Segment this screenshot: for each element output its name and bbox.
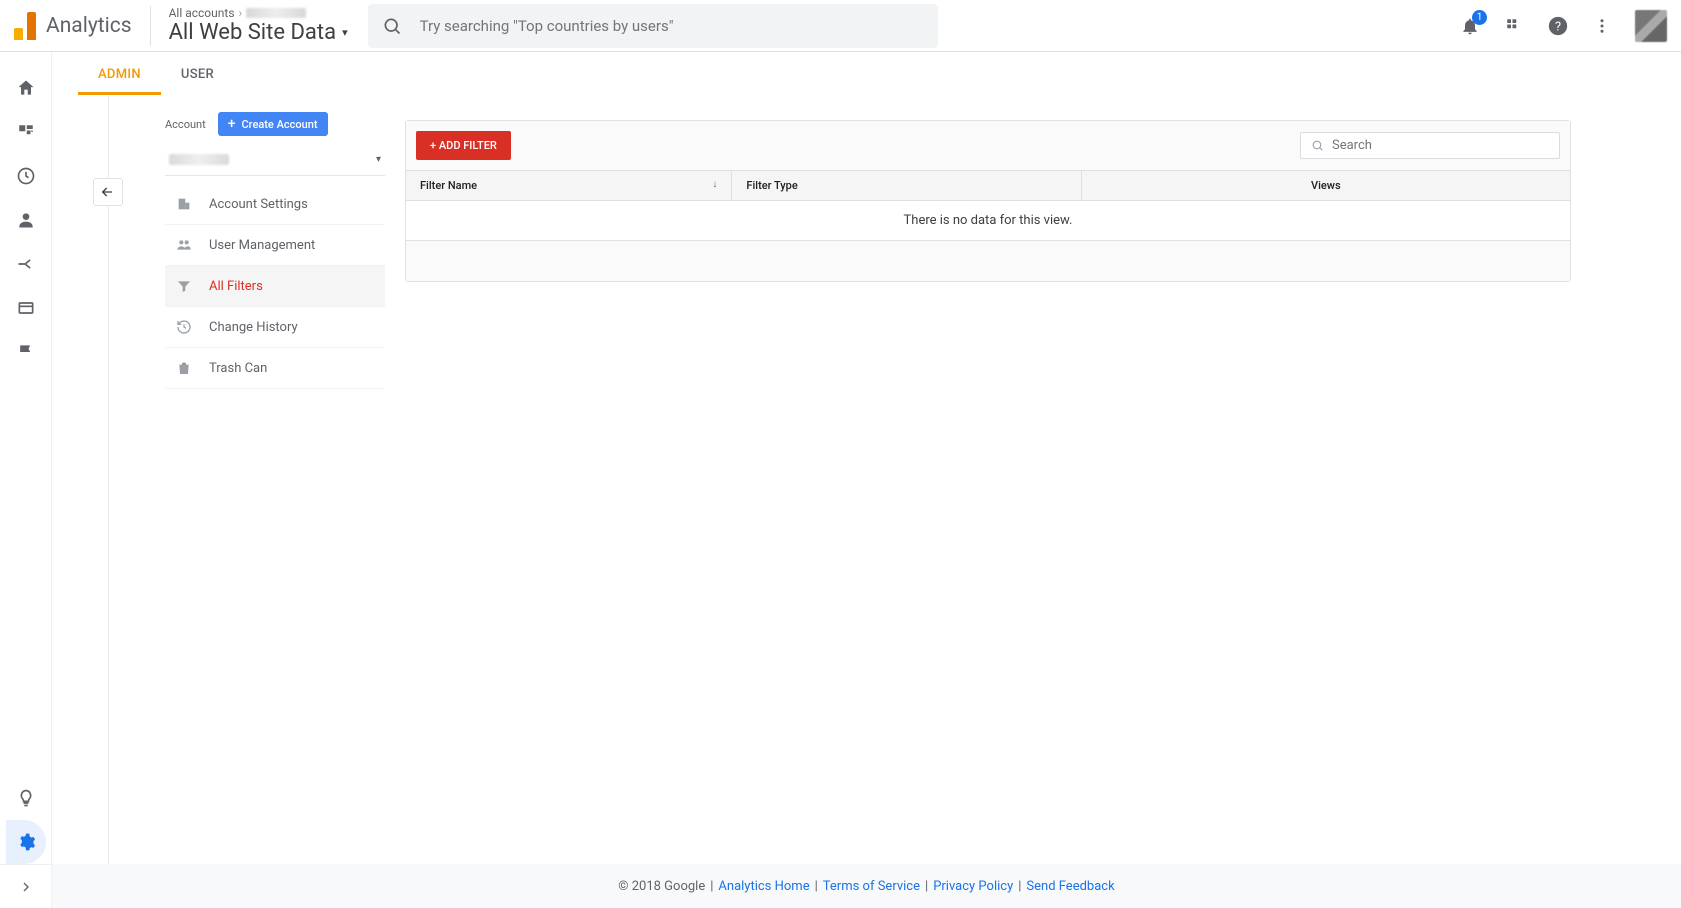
copyright: © 2018 Google [618, 879, 705, 894]
svg-text:?: ? [1555, 19, 1561, 34]
account-name-redacted [169, 154, 229, 165]
person-icon [16, 210, 36, 230]
filters-table-box: + ADD FILTER Filter Name ↓ [405, 120, 1571, 282]
account-selector[interactable]: All accounts › All Web Site Data ▾ [169, 6, 348, 45]
nav-audience[interactable] [6, 198, 46, 242]
app-header: Analytics All accounts › All Web Site Da… [0, 0, 1681, 52]
help-icon: ? [1547, 15, 1569, 37]
search-icon [382, 16, 402, 36]
expand-rail-button[interactable] [0, 864, 51, 908]
nav-behavior[interactable] [6, 286, 46, 330]
gear-icon [16, 832, 36, 852]
content-area: ADMIN USER Account + Create Account ▾ [52, 52, 1681, 908]
arrow-branch-icon [16, 254, 36, 274]
product-name: Analytics [46, 14, 132, 38]
filters-table: Filter Name ↓ Filter Type Views [406, 171, 1570, 281]
analytics-logo-icon [14, 12, 36, 40]
empty-state-row: There is no data for this view. [406, 201, 1570, 241]
search-input[interactable] [420, 17, 924, 35]
more-button[interactable] [1591, 15, 1613, 37]
account-dropdown[interactable]: ▾ [165, 148, 385, 176]
caret-down-icon: ▾ [376, 154, 381, 165]
left-nav-rail [0, 52, 52, 908]
footer-link-privacy[interactable]: Privacy Policy [933, 879, 1013, 894]
page-footer: © 2018 Google | Analytics Home | Terms o… [52, 864, 1681, 908]
filters-toolbar: + ADD FILTER [406, 121, 1570, 171]
history-icon [175, 319, 193, 335]
account-column-header: Account + Create Account [165, 112, 385, 136]
page-icon [16, 298, 36, 318]
footer-link-feedback[interactable]: Send Feedback [1026, 879, 1114, 894]
account-column: Account + Create Account ▾ Account Setti… [165, 96, 385, 908]
nav-acquisition[interactable] [6, 242, 46, 286]
people-icon [175, 237, 193, 253]
building-icon [175, 196, 193, 212]
account-menu: Account Settings User Management All Fil… [165, 184, 385, 389]
chevron-right-icon [18, 879, 34, 895]
dashboard-icon [17, 123, 35, 141]
sort-down-icon: ↓ [712, 179, 717, 190]
col-views[interactable]: Views [1081, 171, 1570, 201]
create-account-button[interactable]: + Create Account [218, 112, 328, 136]
account-name-redacted [246, 8, 306, 18]
filters-panel: + ADD FILTER Filter Name ↓ [385, 96, 1681, 908]
blank-row [406, 241, 1570, 281]
global-search[interactable] [368, 4, 938, 48]
plus-icon: + [228, 117, 236, 131]
menu-trash-can[interactable]: Trash Can [165, 348, 385, 389]
filter-icon [175, 278, 193, 294]
nav-realtime[interactable] [6, 154, 46, 198]
back-button[interactable] [93, 178, 123, 206]
lightbulb-icon [16, 788, 36, 808]
more-vert-icon [1593, 17, 1611, 35]
caret-down-icon: ▾ [342, 26, 348, 39]
nav-discover[interactable] [6, 776, 46, 820]
breadcrumb: All accounts › [169, 6, 348, 20]
menu-user-management[interactable]: User Management [165, 225, 385, 266]
tab-admin[interactable]: ADMIN [78, 55, 161, 95]
account-label: Account [165, 118, 206, 131]
admin-tabs: ADMIN USER [52, 52, 1681, 96]
help-button[interactable]: ? [1547, 15, 1569, 37]
home-icon [16, 78, 36, 98]
admin-two-column: Account + Create Account ▾ Account Setti… [108, 96, 1681, 908]
search-icon [1311, 139, 1324, 152]
chevron-right-icon: › [239, 6, 243, 20]
nav-admin[interactable] [6, 820, 46, 864]
filters-search[interactable] [1300, 132, 1560, 159]
filters-search-input[interactable] [1332, 138, 1549, 153]
user-avatar[interactable] [1635, 10, 1667, 42]
add-filter-button[interactable]: + ADD FILTER [416, 131, 511, 160]
nav-home[interactable] [6, 66, 46, 110]
product-logo[interactable]: Analytics [14, 6, 151, 46]
menu-account-settings[interactable]: Account Settings [165, 184, 385, 225]
nav-conversions[interactable] [6, 330, 46, 374]
notification-badge: 1 [1472, 10, 1487, 25]
nav-customization[interactable] [6, 110, 46, 154]
apps-button[interactable] [1503, 15, 1525, 37]
tab-user[interactable]: USER [161, 55, 234, 95]
back-arrow-icon [100, 184, 116, 200]
clock-icon [16, 166, 36, 186]
footer-link-tos[interactable]: Terms of Service [823, 879, 920, 894]
header-actions: 1 ? [1459, 10, 1667, 42]
footer-link-home[interactable]: Analytics Home [718, 879, 809, 894]
view-name-dropdown[interactable]: All Web Site Data ▾ [169, 20, 348, 45]
notifications-button[interactable]: 1 [1459, 15, 1481, 37]
col-filter-name[interactable]: Filter Name ↓ [406, 171, 732, 201]
apps-grid-icon [1505, 17, 1523, 35]
col-filter-type[interactable]: Filter Type [732, 171, 1081, 201]
flag-icon [16, 342, 36, 362]
menu-all-filters[interactable]: All Filters [165, 266, 385, 307]
menu-change-history[interactable]: Change History [165, 307, 385, 348]
trash-icon [175, 360, 193, 376]
